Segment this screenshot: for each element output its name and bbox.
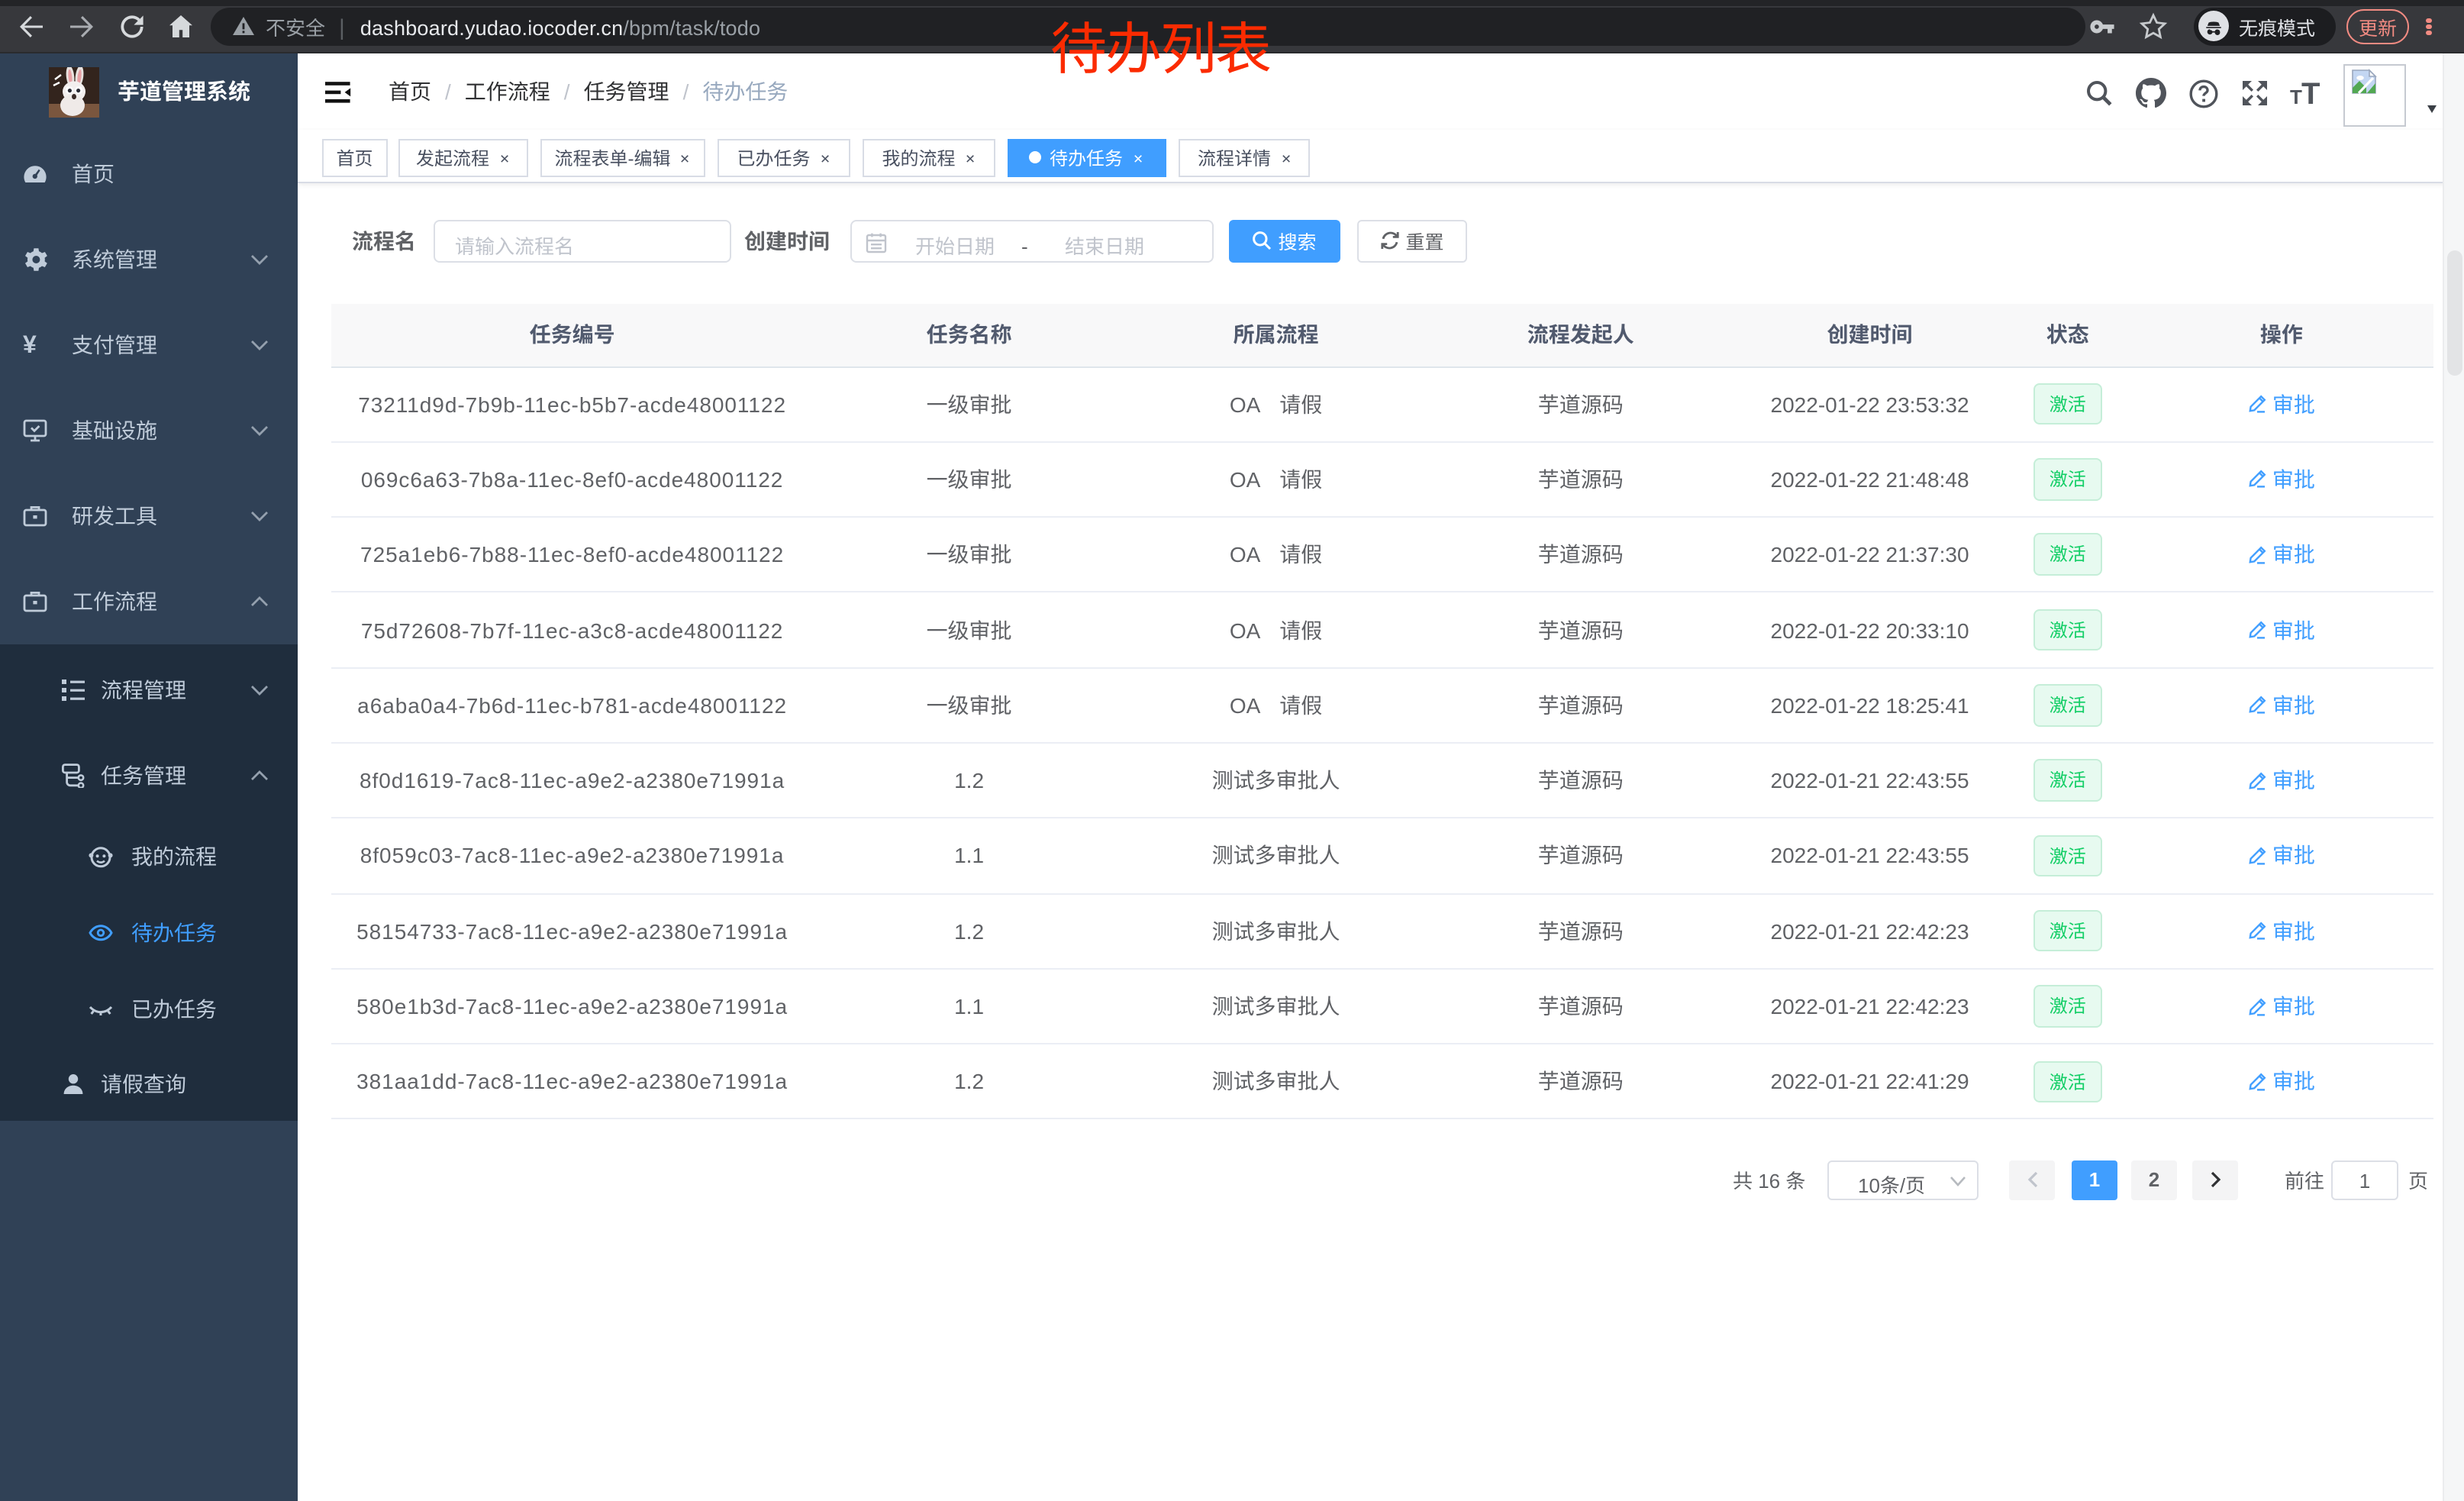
svg-text:T: T xyxy=(2290,86,2302,107)
svg-text:T: T xyxy=(2301,79,2320,107)
svg-text:¥: ¥ xyxy=(22,333,36,357)
